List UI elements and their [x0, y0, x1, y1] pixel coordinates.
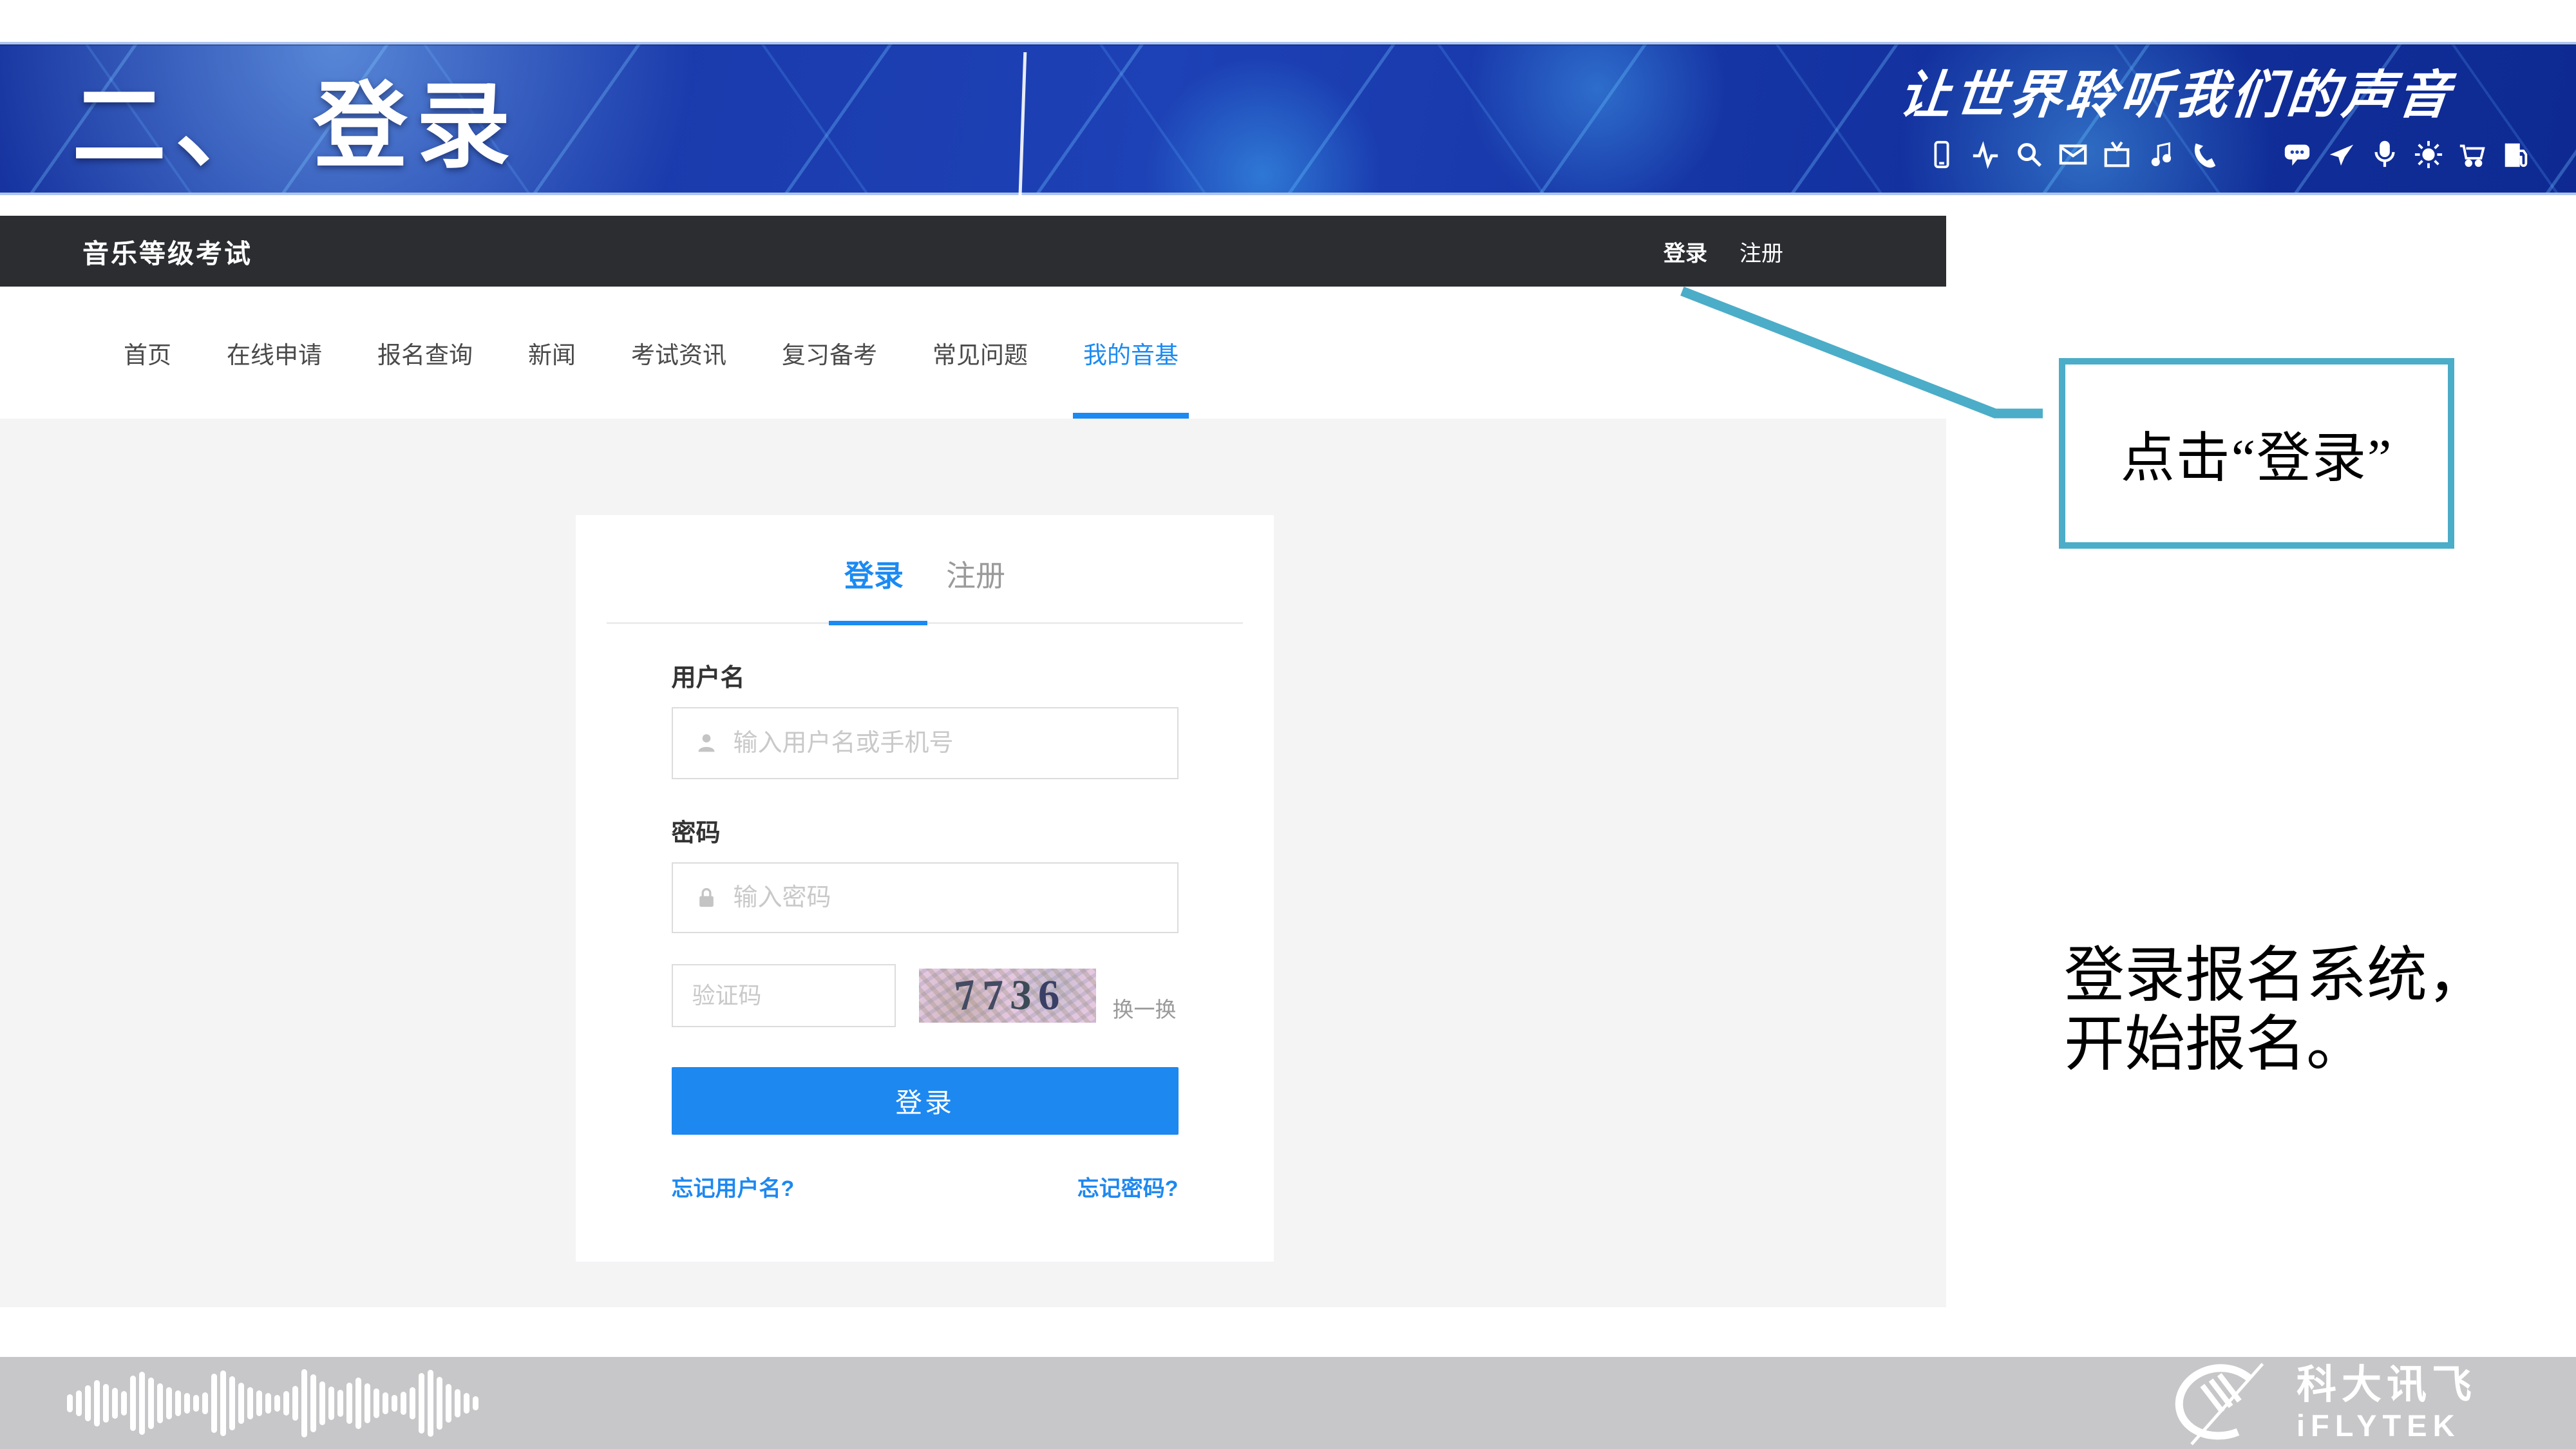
pulse-icon	[1971, 140, 2000, 169]
sun-icon	[2414, 140, 2443, 169]
banner-brand: 让世界聆听我们的声音	[1900, 53, 2531, 169]
site-brand: 音乐等级考试	[82, 232, 252, 270]
page-body: 登录 注册 用户名 密码	[0, 419, 1946, 1307]
menu-item-7[interactable]: 我的音基	[1083, 287, 1179, 419]
nav-login-link[interactable]: 登录	[1663, 236, 1707, 267]
password-label: 密码	[672, 813, 1179, 848]
side-note: 登录报名系统， 开始报名。	[2064, 942, 2488, 1079]
tab-divider	[607, 622, 1243, 624]
nav-auth: 登录 注册	[1663, 216, 1783, 287]
tab-login[interactable]: 登录	[844, 553, 904, 595]
iflytek-en: iFLYTEK	[2297, 1410, 2477, 1441]
username-field[interactable]	[672, 707, 1179, 779]
banner: 二、 登录 让世界聆听我们的声音	[0, 42, 2576, 195]
iflytek-wordmark: 科大讯飞 iFLYTEK	[2297, 1365, 2477, 1441]
forgot-links: 忘记用户名? 忘记密码?	[672, 1171, 1179, 1202]
calligraphy-stroke	[1018, 52, 1027, 211]
menu-bar: 首页在线申请报名查询新闻考试资讯复习备考常见问题我的音基	[0, 287, 1946, 419]
audio-waveform-logo	[67, 1357, 478, 1449]
lock-icon	[694, 885, 719, 911]
brand-icon-row	[1900, 140, 2531, 169]
login-submit-button[interactable]: 登录	[672, 1067, 1179, 1135]
login-card: 登录 注册 用户名 密码	[576, 515, 1274, 1262]
music-note-icon	[2146, 140, 2175, 169]
footer: 科大讯飞 iFLYTEK	[0, 1357, 2576, 1449]
airplane-icon	[2326, 140, 2356, 169]
phone-handset-icon	[2190, 140, 2219, 169]
username-input[interactable]	[732, 729, 1177, 758]
side-note-line2: 开始报名。	[2064, 1010, 2488, 1079]
captcha-field[interactable]	[672, 964, 896, 1027]
slide: 二、 登录 让世界聆听我们的声音 音	[0, 0, 2576, 1449]
brand-slogan: 让世界聆听我们的声音	[1896, 53, 2535, 128]
nav-register-link[interactable]: 注册	[1739, 236, 1783, 267]
iflytek-mark-icon	[2157, 1361, 2280, 1446]
tv-icon	[2102, 140, 2132, 169]
menu-item-0[interactable]: 首页	[124, 287, 171, 419]
forgot-username-link[interactable]: 忘记用户名?	[672, 1171, 795, 1202]
tab-register[interactable]: 注册	[946, 553, 1005, 595]
password-input[interactable]	[732, 884, 1177, 913]
menu-item-3[interactable]: 新闻	[528, 287, 576, 419]
captcha-image[interactable]: 7736	[919, 969, 1096, 1023]
site-navbar: 音乐等级考试 登录 注册	[0, 216, 1946, 287]
forgot-password-link[interactable]: 忘记密码?	[1077, 1171, 1179, 1202]
search-icon	[2014, 140, 2044, 169]
phone-icon	[1927, 140, 1956, 169]
chat-bubble-icon	[2282, 140, 2312, 169]
captcha-refresh-link[interactable]: 换一换	[1113, 992, 1177, 1023]
menu-item-6[interactable]: 常见问题	[933, 287, 1028, 419]
active-tab-underline	[829, 621, 927, 625]
user-icon	[694, 730, 719, 756]
login-form: 用户名 密码 7736	[672, 658, 1179, 1202]
website-screenshot: 音乐等级考试 登录 注册 首页在线申请报名查询新闻考试资讯复习备考常见问题我的音…	[0, 216, 1946, 1307]
iflytek-logo: 科大讯飞 iFLYTEK	[2157, 1357, 2477, 1449]
callout-box: 点击“登录”	[2059, 358, 2454, 549]
username-label: 用户名	[672, 658, 1179, 693]
iflytek-cn: 科大讯飞	[2297, 1365, 2477, 1405]
menu-item-1[interactable]: 在线申请	[227, 287, 322, 419]
section-title: 二、 登录	[72, 51, 520, 187]
cart-icon	[2458, 140, 2487, 169]
captcha-row: 7736 换一换	[672, 964, 1179, 1027]
menu-item-4[interactable]: 考试资讯	[631, 287, 726, 419]
side-note-line1: 登录报名系统，	[2064, 942, 2488, 1010]
mail-icon	[2058, 140, 2088, 169]
menu-item-2[interactable]: 报名查询	[377, 287, 473, 419]
captcha-code: 7736	[955, 971, 1059, 1020]
menu-item-5[interactable]: 复习备考	[782, 287, 877, 419]
callout-text: 点击“登录”	[2121, 415, 2393, 493]
fuel-pump-icon	[2501, 140, 2531, 169]
login-tabs: 登录 注册	[607, 553, 1243, 595]
password-field[interactable]	[672, 862, 1179, 933]
microphone-icon	[2370, 140, 2400, 169]
captcha-input[interactable]	[691, 981, 895, 1010]
